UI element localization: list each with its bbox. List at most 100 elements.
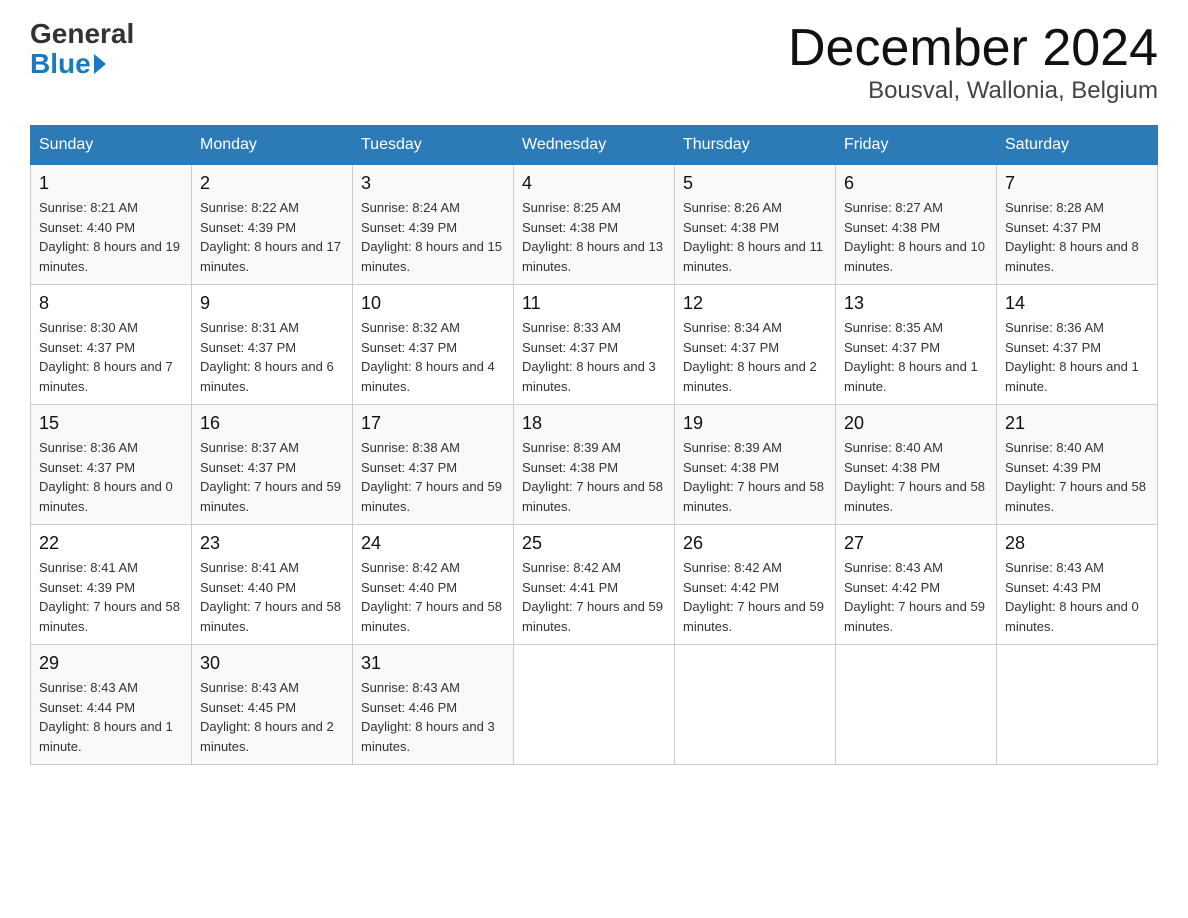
day-detail: Sunrise: 8:33 AMSunset: 4:37 PMDaylight:… xyxy=(522,318,666,396)
day-number: 29 xyxy=(39,653,183,674)
day-detail: Sunrise: 8:42 AMSunset: 4:42 PMDaylight:… xyxy=(683,558,827,636)
day-number: 17 xyxy=(361,413,505,434)
table-row: 17 Sunrise: 8:38 AMSunset: 4:37 PMDaylig… xyxy=(353,405,514,525)
table-row: 8 Sunrise: 8:30 AMSunset: 4:37 PMDayligh… xyxy=(31,285,192,405)
calendar-table: Sunday Monday Tuesday Wednesday Thursday… xyxy=(30,125,1158,765)
day-detail: Sunrise: 8:38 AMSunset: 4:37 PMDaylight:… xyxy=(361,438,505,516)
day-detail: Sunrise: 8:34 AMSunset: 4:37 PMDaylight:… xyxy=(683,318,827,396)
day-detail: Sunrise: 8:32 AMSunset: 4:37 PMDaylight:… xyxy=(361,318,505,396)
table-row xyxy=(514,645,675,765)
table-row: 15 Sunrise: 8:36 AMSunset: 4:37 PMDaylig… xyxy=(31,405,192,525)
table-row: 2 Sunrise: 8:22 AMSunset: 4:39 PMDayligh… xyxy=(192,165,353,285)
day-number: 23 xyxy=(200,533,344,554)
day-detail: Sunrise: 8:43 AMSunset: 4:44 PMDaylight:… xyxy=(39,678,183,756)
table-row: 13 Sunrise: 8:35 AMSunset: 4:37 PMDaylig… xyxy=(836,285,997,405)
table-row: 12 Sunrise: 8:34 AMSunset: 4:37 PMDaylig… xyxy=(675,285,836,405)
day-detail: Sunrise: 8:40 AMSunset: 4:38 PMDaylight:… xyxy=(844,438,988,516)
day-number: 8 xyxy=(39,293,183,314)
table-row: 20 Sunrise: 8:40 AMSunset: 4:38 PMDaylig… xyxy=(836,405,997,525)
day-number: 21 xyxy=(1005,413,1149,434)
day-number: 5 xyxy=(683,173,827,194)
table-row: 5 Sunrise: 8:26 AMSunset: 4:38 PMDayligh… xyxy=(675,165,836,285)
logo-triangle-icon xyxy=(94,54,106,74)
table-row: 18 Sunrise: 8:39 AMSunset: 4:38 PMDaylig… xyxy=(514,405,675,525)
table-row: 19 Sunrise: 8:39 AMSunset: 4:38 PMDaylig… xyxy=(675,405,836,525)
table-row: 11 Sunrise: 8:33 AMSunset: 4:37 PMDaylig… xyxy=(514,285,675,405)
calendar-header: Sunday Monday Tuesday Wednesday Thursday… xyxy=(31,126,1158,165)
calendar-body: 1 Sunrise: 8:21 AMSunset: 4:40 PMDayligh… xyxy=(31,165,1158,765)
day-number: 13 xyxy=(844,293,988,314)
day-detail: Sunrise: 8:43 AMSunset: 4:42 PMDaylight:… xyxy=(844,558,988,636)
day-detail: Sunrise: 8:41 AMSunset: 4:40 PMDaylight:… xyxy=(200,558,344,636)
table-row: 26 Sunrise: 8:42 AMSunset: 4:42 PMDaylig… xyxy=(675,525,836,645)
day-number: 11 xyxy=(522,293,666,314)
day-number: 9 xyxy=(200,293,344,314)
col-sunday: Sunday xyxy=(31,126,192,165)
col-monday: Monday xyxy=(192,126,353,165)
table-row xyxy=(997,645,1158,765)
day-number: 1 xyxy=(39,173,183,194)
month-title: December 2024 xyxy=(788,20,1158,77)
table-row: 10 Sunrise: 8:32 AMSunset: 4:37 PMDaylig… xyxy=(353,285,514,405)
table-row: 29 Sunrise: 8:43 AMSunset: 4:44 PMDaylig… xyxy=(31,645,192,765)
table-row xyxy=(836,645,997,765)
day-detail: Sunrise: 8:35 AMSunset: 4:37 PMDaylight:… xyxy=(844,318,988,396)
col-wednesday: Wednesday xyxy=(514,126,675,165)
table-row: 16 Sunrise: 8:37 AMSunset: 4:37 PMDaylig… xyxy=(192,405,353,525)
table-row: 23 Sunrise: 8:41 AMSunset: 4:40 PMDaylig… xyxy=(192,525,353,645)
day-detail: Sunrise: 8:30 AMSunset: 4:37 PMDaylight:… xyxy=(39,318,183,396)
page-header: General Blue December 2024 Bousval, Wall… xyxy=(30,20,1158,105)
day-detail: Sunrise: 8:42 AMSunset: 4:40 PMDaylight:… xyxy=(361,558,505,636)
location-title: Bousval, Wallonia, Belgium xyxy=(788,77,1158,105)
day-detail: Sunrise: 8:24 AMSunset: 4:39 PMDaylight:… xyxy=(361,198,505,276)
table-row: 24 Sunrise: 8:42 AMSunset: 4:40 PMDaylig… xyxy=(353,525,514,645)
day-detail: Sunrise: 8:40 AMSunset: 4:39 PMDaylight:… xyxy=(1005,438,1149,516)
day-number: 15 xyxy=(39,413,183,434)
calendar-week-row: 1 Sunrise: 8:21 AMSunset: 4:40 PMDayligh… xyxy=(31,165,1158,285)
day-number: 30 xyxy=(200,653,344,674)
day-number: 25 xyxy=(522,533,666,554)
table-row: 30 Sunrise: 8:43 AMSunset: 4:45 PMDaylig… xyxy=(192,645,353,765)
calendar-week-row: 29 Sunrise: 8:43 AMSunset: 4:44 PMDaylig… xyxy=(31,645,1158,765)
day-detail: Sunrise: 8:36 AMSunset: 4:37 PMDaylight:… xyxy=(1005,318,1149,396)
day-number: 22 xyxy=(39,533,183,554)
day-number: 27 xyxy=(844,533,988,554)
logo-general-text: General xyxy=(30,20,134,48)
logo: General Blue xyxy=(30,20,134,80)
table-row: 4 Sunrise: 8:25 AMSunset: 4:38 PMDayligh… xyxy=(514,165,675,285)
day-number: 19 xyxy=(683,413,827,434)
header-row: Sunday Monday Tuesday Wednesday Thursday… xyxy=(31,126,1158,165)
day-number: 12 xyxy=(683,293,827,314)
table-row: 27 Sunrise: 8:43 AMSunset: 4:42 PMDaylig… xyxy=(836,525,997,645)
day-number: 3 xyxy=(361,173,505,194)
day-detail: Sunrise: 8:43 AMSunset: 4:43 PMDaylight:… xyxy=(1005,558,1149,636)
col-saturday: Saturday xyxy=(997,126,1158,165)
day-number: 26 xyxy=(683,533,827,554)
table-row: 28 Sunrise: 8:43 AMSunset: 4:43 PMDaylig… xyxy=(997,525,1158,645)
day-detail: Sunrise: 8:31 AMSunset: 4:37 PMDaylight:… xyxy=(200,318,344,396)
calendar-week-row: 15 Sunrise: 8:36 AMSunset: 4:37 PMDaylig… xyxy=(31,405,1158,525)
day-detail: Sunrise: 8:28 AMSunset: 4:37 PMDaylight:… xyxy=(1005,198,1149,276)
day-detail: Sunrise: 8:22 AMSunset: 4:39 PMDaylight:… xyxy=(200,198,344,276)
day-number: 4 xyxy=(522,173,666,194)
table-row: 14 Sunrise: 8:36 AMSunset: 4:37 PMDaylig… xyxy=(997,285,1158,405)
table-row xyxy=(675,645,836,765)
logo-blue-text: Blue xyxy=(30,48,106,80)
day-detail: Sunrise: 8:39 AMSunset: 4:38 PMDaylight:… xyxy=(522,438,666,516)
day-number: 18 xyxy=(522,413,666,434)
table-row: 1 Sunrise: 8:21 AMSunset: 4:40 PMDayligh… xyxy=(31,165,192,285)
day-detail: Sunrise: 8:43 AMSunset: 4:45 PMDaylight:… xyxy=(200,678,344,756)
day-number: 2 xyxy=(200,173,344,194)
day-number: 7 xyxy=(1005,173,1149,194)
col-tuesday: Tuesday xyxy=(353,126,514,165)
table-row: 25 Sunrise: 8:42 AMSunset: 4:41 PMDaylig… xyxy=(514,525,675,645)
table-row: 9 Sunrise: 8:31 AMSunset: 4:37 PMDayligh… xyxy=(192,285,353,405)
day-number: 6 xyxy=(844,173,988,194)
day-number: 14 xyxy=(1005,293,1149,314)
day-detail: Sunrise: 8:42 AMSunset: 4:41 PMDaylight:… xyxy=(522,558,666,636)
day-number: 20 xyxy=(844,413,988,434)
day-detail: Sunrise: 8:26 AMSunset: 4:38 PMDaylight:… xyxy=(683,198,827,276)
calendar-week-row: 22 Sunrise: 8:41 AMSunset: 4:39 PMDaylig… xyxy=(31,525,1158,645)
day-detail: Sunrise: 8:25 AMSunset: 4:38 PMDaylight:… xyxy=(522,198,666,276)
day-detail: Sunrise: 8:36 AMSunset: 4:37 PMDaylight:… xyxy=(39,438,183,516)
